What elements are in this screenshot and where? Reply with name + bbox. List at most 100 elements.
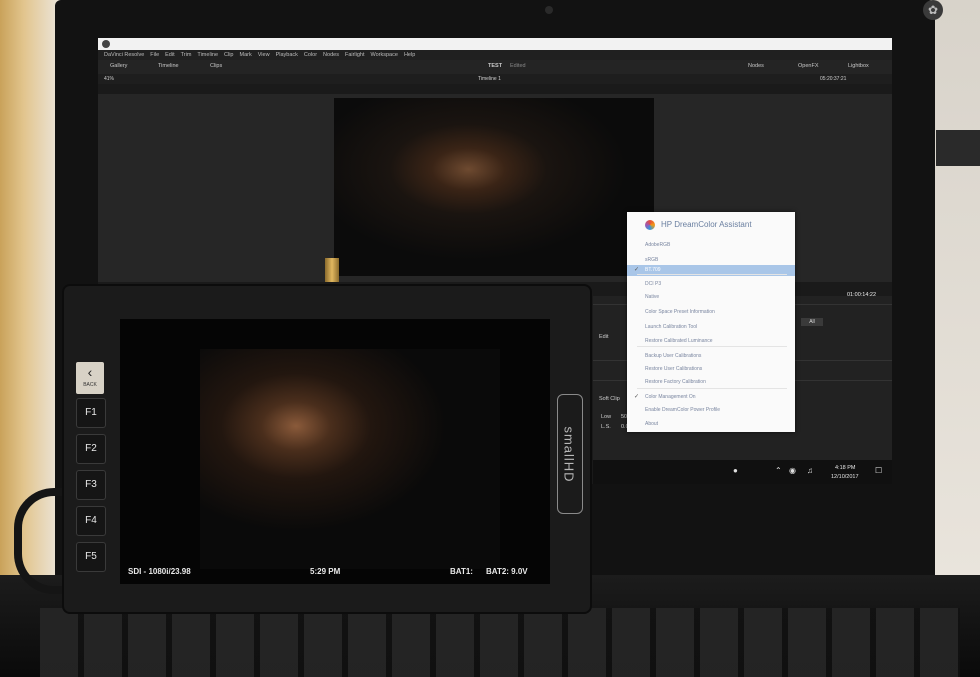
dreamcolor-menu-label: Restore User Calibrations [645,366,703,372]
dreamcolor-menu-item[interactable]: Enable DreamColor Power Profile [627,405,795,416]
monitor-f2-button[interactable]: F2 [76,434,106,464]
timeline-button[interactable]: Timeline [158,63,179,69]
background-shelf [936,130,980,166]
windows-taskbar: ● ⌃ ◉ ♫ 4:18 PM 12/10/2017 ☐ [593,460,892,484]
dreamcolor-menu-label: Launch Calibration Tool [645,324,698,330]
monitor-f4-button[interactable]: F4 [76,506,106,536]
menu-item[interactable]: Workspace [371,50,398,60]
menu-item[interactable]: Fairlight [345,50,365,60]
smallhd-logo: smallHD [557,394,583,514]
dreamcolor-menu-item[interactable]: Color Space Preset Information [627,307,795,318]
lightbox-button[interactable]: Lightbox [848,63,869,69]
camera-mount-screw [325,258,339,282]
project-status: Edited [510,63,526,69]
dreamcolor-menu-label: Restore Factory Calibration [645,379,706,385]
back-label: BACK [83,382,97,388]
monitor-f1-button[interactable]: F1 [76,398,106,428]
taskbar-date[interactable]: 12/10/2017 [831,474,859,480]
checkmark-icon: ✓ [634,394,640,400]
menu-item[interactable]: Trim [181,50,192,60]
menu-separator [637,388,787,389]
all-dropdown[interactable]: All [801,318,823,326]
taskbar-app-icon[interactable]: ● [733,466,738,475]
dreamcolor-assistant-menu: HP DreamColor Assistant AdobeRGB sRGB ✓ BT.… [627,212,795,432]
monitor-bat1: BAT1: [450,567,473,576]
lower-timecode: 01:00:14:22 [847,292,877,298]
dreamcolor-menu-label: Native [645,294,660,300]
dreamcolor-menu-label: Restore Calibrated Luminance [645,338,713,344]
window-titlebar [98,38,892,50]
dreamcolor-logo-icon [645,220,655,230]
dreamcolor-menu-item[interactable]: Launch Calibration Tool [627,322,795,333]
dreamcolor-menu-item[interactable]: Native [627,292,795,303]
timeline-selector[interactable]: Timeline 1 [478,76,501,82]
checkmark-icon: ✓ [634,267,640,273]
nodes-button[interactable]: Nodes [748,63,764,69]
menu-item[interactable]: Edit [165,50,174,60]
hp-logo-icon: ✿ [923,0,943,20]
menu-item[interactable]: Playback [276,50,298,60]
menu-item[interactable]: Timeline [197,50,218,60]
edit-tab[interactable]: Edit [599,334,608,340]
tray-chevron-icon[interactable]: ⌃ [775,466,782,475]
dreamcolor-menu-label: BT.709 [645,267,661,273]
smallhd-monitor: ‹ BACK F1 F2 F3 F4 F5 SDI - 1080i/23.98 … [62,284,592,614]
tray-network-icon[interactable]: ◉ [789,466,796,475]
dreamcolor-menu-label: Color Space Preset Information [645,309,715,315]
dreamcolor-menu-item[interactable]: AdobeRGB [627,240,795,251]
menu-item[interactable]: Color [304,50,317,60]
viewer-bar: 41% Timeline 1 05:20:37:21 [98,74,892,84]
back-arrow-icon: ‹ [87,364,93,380]
menu-app-name[interactable]: DaVinci Resolve [104,50,144,60]
action-center-icon[interactable]: ☐ [875,466,882,475]
webcam [545,6,553,14]
dreamcolor-menu-label: About [645,421,659,427]
monitor-f3-button[interactable]: F3 [76,470,106,500]
clips-button[interactable]: Clips [210,63,222,69]
dreamcolor-menu-label: Backup User Calibrations [645,353,702,359]
gallery-button[interactable]: Gallery [110,63,127,69]
resolve-toolbar: Gallery Timeline Clips TEST Edited Nodes… [98,60,892,74]
menu-separator [637,274,787,275]
dreamcolor-menu-label: DCI P3 [645,281,662,287]
menu-item[interactable]: Clip [224,50,233,60]
menu-item[interactable]: Nodes [323,50,339,60]
monitor-f5-button[interactable]: F5 [76,542,106,572]
dreamcolor-header: HP DreamColor Assistant [627,212,795,238]
menu-item[interactable]: File [150,50,159,60]
monitor-button-column: ‹ BACK F1 F2 F3 F4 F5 [70,304,106,604]
openfx-button[interactable]: OpenFX [798,63,818,69]
menu-item[interactable]: Help [404,50,415,60]
dreamcolor-menu-label: Color Management On [645,394,696,400]
monitor-video-frame [200,349,500,569]
taskbar-time[interactable]: 4:18 PM [835,465,855,471]
dreamcolor-menu-item[interactable]: About [627,419,795,430]
monitor-bat2: BAT2: 9.0V [486,567,528,576]
viewer-video-frame [334,98,654,276]
zoom-level[interactable]: 41% [104,76,114,82]
monitor-back-button[interactable]: ‹ BACK [76,362,104,394]
monitor-screen: SDI - 1080i/23.98 5:29 PM BAT1: BAT2: 9.… [120,319,550,584]
smallhd-brand-text: smallHD [561,426,577,483]
resolve-menubar: DaVinci Resolve File Edit Trim Timeline Clip M… [98,50,892,60]
resolve-app-icon[interactable] [102,40,110,48]
soft-clip-label: Soft Clip [599,396,620,402]
menu-item[interactable]: View [258,50,270,60]
dreamcolor-menu-item[interactable]: DCI P3 [627,279,795,290]
project-name: TEST [488,63,503,69]
menu-item[interactable]: Mark [240,50,252,60]
dreamcolor-menu-item[interactable]: Restore Factory Calibration [627,377,795,388]
dreamcolor-menu-label: sRGB [645,257,659,263]
monitor-clock: 5:29 PM [310,567,341,576]
viewer-timecode: 05:20:37:21 [820,76,847,82]
low-label: Low [601,414,612,420]
dreamcolor-menu-label: AdobeRGB [645,242,671,248]
dreamcolor-menu-item[interactable]: ✓ Color Management On [627,392,795,403]
dreamcolor-menu-item[interactable]: Backup User Calibrations [627,351,795,362]
menu-separator [637,346,787,347]
keyboard-keys [40,608,960,677]
tray-volume-icon[interactable]: ♫ [807,466,813,475]
dreamcolor-menu-label: Enable DreamColor Power Profile [645,407,721,413]
dreamcolor-menu-item[interactable]: Restore User Calibrations [627,364,795,375]
dreamcolor-title: HP DreamColor Assistant [661,220,752,229]
